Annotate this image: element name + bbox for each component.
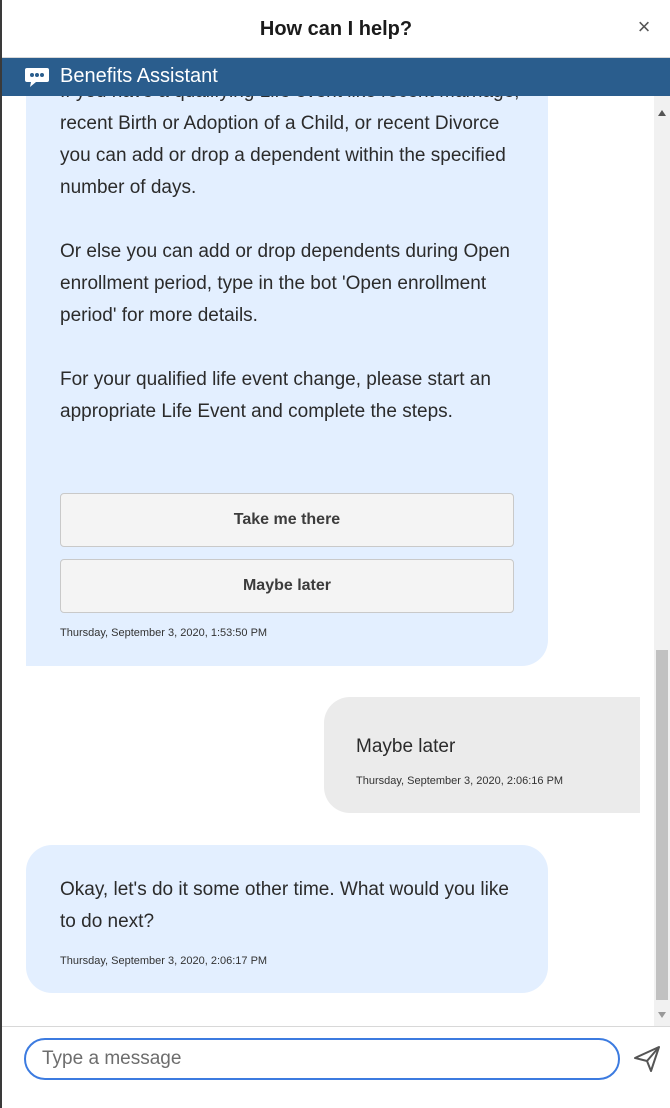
take-me-there-button[interactable]: Take me there bbox=[60, 493, 514, 547]
chat-scrollbar[interactable] bbox=[654, 96, 670, 1026]
message-timestamp: Thursday, September 3, 2020, 1:53:50 PM bbox=[60, 627, 268, 639]
send-icon[interactable] bbox=[632, 1044, 662, 1074]
title-bar: How can I help? × bbox=[2, 0, 670, 58]
message-paragraph: If you have a qualifying Life event like… bbox=[60, 96, 519, 198]
message-paragraph: Or else you can add or drop dependents d… bbox=[60, 241, 510, 326]
bot-message: If you have a qualifying Life event like… bbox=[26, 96, 548, 666]
message-timestamp: Thursday, September 3, 2020, 2:06:16 PM bbox=[356, 775, 564, 787]
scroll-up-arrow-icon[interactable] bbox=[658, 110, 666, 116]
chat-window: How can I help? × Benefits Assistant If … bbox=[0, 0, 670, 1108]
chat-bubble-icon bbox=[25, 68, 49, 87]
bot-message: Okay, let's do it some other time. What … bbox=[26, 845, 548, 993]
scrollbar-thumb[interactable] bbox=[656, 650, 668, 1000]
message-text: Maybe later bbox=[356, 736, 456, 757]
message-list[interactable]: If you have a qualifying Life event like… bbox=[2, 96, 654, 1026]
message-composer bbox=[2, 1026, 670, 1108]
message-input[interactable] bbox=[24, 1038, 620, 1080]
window-title: How can I help? bbox=[259, 18, 413, 40]
message-paragraph: For your qualified life event change, pl… bbox=[60, 369, 491, 422]
scroll-down-arrow-icon[interactable] bbox=[658, 1012, 666, 1018]
assistant-name: Benefits Assistant bbox=[60, 65, 218, 87]
user-message: Maybe later Thursday, September 3, 2020,… bbox=[324, 697, 640, 813]
message-timestamp: Thursday, September 3, 2020, 2:06:17 PM bbox=[60, 955, 268, 967]
close-icon[interactable]: × bbox=[632, 15, 656, 39]
maybe-later-button[interactable]: Maybe later bbox=[60, 559, 514, 613]
message-text: Okay, let's do it some other time. What … bbox=[60, 879, 509, 932]
assistant-header: Benefits Assistant bbox=[2, 58, 670, 96]
